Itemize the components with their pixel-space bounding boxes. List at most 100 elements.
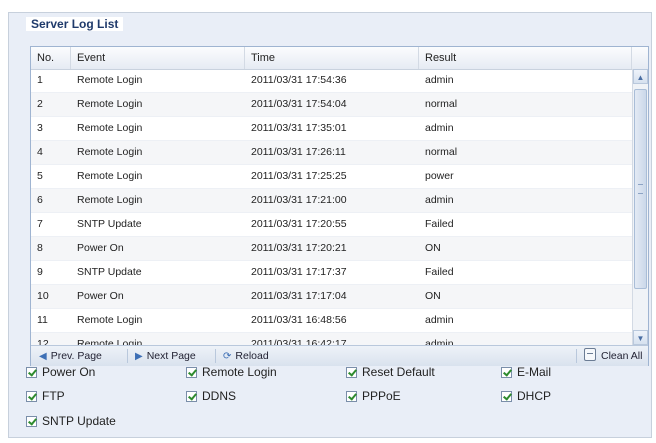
grid-toolbar: ◀ Prev. Page ▶ Next Page ⟳ Reload Clean All — [31, 345, 648, 366]
cell-time: 2011/03/31 17:25:25 — [251, 170, 347, 182]
checkbox-checked-icon[interactable] — [26, 367, 37, 378]
filter-label: DDNS — [202, 389, 237, 403]
column-header-time[interactable]: Time — [245, 47, 419, 69]
scrollbar-thumb[interactable] — [634, 89, 647, 289]
cell-no: 3 — [37, 122, 43, 134]
column-header-result[interactable]: Result — [419, 47, 632, 69]
cell-result: Failed — [425, 266, 454, 278]
checkbox-checked-icon[interactable] — [186, 367, 197, 378]
log-grid: No. Event Time Result 1 Remote Login 201… — [30, 46, 649, 366]
cell-event: Remote Login — [77, 146, 143, 158]
cell-time: 2011/03/31 17:54:36 — [251, 74, 347, 86]
toolbar-divider — [576, 349, 577, 363]
clean-all-button[interactable]: Clean All — [584, 348, 642, 364]
filter-remote-login[interactable]: Remote Login — [186, 363, 277, 381]
table-row[interactable]: 1 Remote Login 2011/03/31 17:54:36 admin — [31, 69, 632, 93]
filter-label: SNTP Update — [42, 414, 116, 428]
column-header-event[interactable]: Event — [71, 47, 245, 69]
cell-no: 7 — [37, 218, 43, 230]
filter-label: PPPoE — [362, 389, 401, 403]
filter-label: Remote Login — [202, 365, 277, 379]
grip-icon — [638, 184, 643, 194]
cell-event: Remote Login — [77, 338, 143, 345]
filter-sntp-update[interactable]: SNTP Update — [26, 412, 116, 430]
table-row[interactable]: 9 SNTP Update 2011/03/31 17:17:37 Failed — [31, 261, 632, 285]
cell-no: 2 — [37, 98, 43, 110]
chevron-down-icon[interactable]: ▼ — [633, 330, 648, 345]
cell-no: 8 — [37, 242, 43, 254]
cell-no: 11 — [37, 314, 48, 326]
next-page-button[interactable]: ▶ Next Page — [135, 348, 196, 364]
arrow-right-icon: ▶ — [135, 351, 143, 362]
clean-all-icon — [584, 348, 596, 361]
filter-ddns[interactable]: DDNS — [186, 387, 236, 405]
cell-event: Remote Login — [77, 314, 143, 326]
filter-label: E-Mail — [517, 365, 552, 379]
table-row[interactable]: 7 SNTP Update 2011/03/31 17:20:55 Failed — [31, 213, 632, 237]
cell-result: ON — [425, 290, 441, 302]
cell-no: 5 — [37, 170, 43, 182]
clean-all-label: Clean All — [601, 350, 643, 362]
cell-result: ON — [425, 242, 441, 254]
cell-result: admin — [425, 74, 454, 86]
table-row[interactable]: 6 Remote Login 2011/03/31 17:21:00 admin — [31, 189, 632, 213]
filter-power-on[interactable]: Power On — [26, 363, 95, 381]
checkbox-checked-icon[interactable] — [186, 391, 197, 402]
filter-label: FTP — [42, 389, 65, 403]
cell-time: 2011/03/31 17:20:55 — [251, 218, 347, 230]
cell-event: Remote Login — [77, 194, 143, 206]
prev-page-button[interactable]: ◀ Prev. Page — [39, 348, 102, 364]
checkbox-checked-icon[interactable] — [501, 391, 512, 402]
header-spacer — [632, 47, 648, 69]
table-row[interactable]: 3 Remote Login 2011/03/31 17:35:01 admin — [31, 117, 632, 141]
cell-event: Power On — [77, 290, 124, 302]
column-header-no[interactable]: No. — [31, 47, 71, 69]
reload-button[interactable]: ⟳ Reload — [223, 348, 269, 364]
toolbar-divider — [215, 349, 216, 363]
table-row[interactable]: 12 Remote Login 2011/03/31 16:42:17 admi… — [31, 333, 632, 345]
cell-time: 2011/03/31 17:17:04 — [251, 290, 347, 302]
filter-reset-default[interactable]: Reset Default — [346, 363, 435, 381]
table-row[interactable]: 2 Remote Login 2011/03/31 17:54:04 norma… — [31, 93, 632, 117]
cell-event: SNTP Update — [77, 218, 142, 230]
toolbar-divider — [127, 349, 128, 363]
filter-ftp[interactable]: FTP — [26, 387, 65, 405]
prev-page-label: Prev. Page — [50, 350, 102, 362]
table-row[interactable]: 11 Remote Login 2011/03/31 16:48:56 admi… — [31, 309, 632, 333]
cell-result: normal — [425, 98, 458, 110]
checkbox-checked-icon[interactable] — [26, 391, 37, 402]
cell-time: 2011/03/31 17:21:00 — [251, 194, 347, 206]
next-page-label: Next Page — [146, 350, 196, 362]
reload-label: Reload — [235, 350, 269, 362]
cell-time: 2011/03/31 17:17:37 — [251, 266, 347, 278]
checkbox-checked-icon[interactable] — [346, 391, 357, 402]
grid-header: No. Event Time Result — [31, 47, 648, 70]
chevron-up-icon[interactable]: ▲ — [633, 69, 648, 84]
table-row[interactable]: 4 Remote Login 2011/03/31 17:26:11 norma… — [31, 141, 632, 165]
cell-event: Remote Login — [77, 98, 143, 110]
checkbox-checked-icon[interactable] — [26, 416, 37, 427]
vertical-scrollbar[interactable]: ▲ ▼ — [632, 69, 648, 345]
cell-event: SNTP Update — [77, 266, 142, 278]
filter-pppoe[interactable]: PPPoE — [346, 387, 401, 405]
panel-title: Server Log List — [26, 17, 124, 31]
cell-time: 2011/03/31 17:54:04 — [251, 98, 347, 110]
cell-no: 4 — [37, 146, 43, 158]
table-row[interactable]: 10 Power On 2011/03/31 17:17:04 ON — [31, 285, 632, 309]
checkbox-checked-icon[interactable] — [346, 367, 357, 378]
cell-result: admin — [425, 194, 454, 206]
filter-dhcp[interactable]: DHCP — [501, 387, 551, 405]
table-row[interactable]: 8 Power On 2011/03/31 17:20:21 ON — [31, 237, 632, 261]
cell-no: 1 — [37, 74, 43, 86]
cell-time: 2011/03/31 17:26:11 — [251, 146, 346, 158]
filter-label: Power On — [42, 365, 96, 379]
cell-time: 2011/03/31 16:48:56 — [251, 314, 347, 326]
table-row[interactable]: 5 Remote Login 2011/03/31 17:25:25 power — [31, 165, 632, 189]
cell-event: Remote Login — [77, 74, 143, 86]
cell-result: normal — [425, 146, 458, 158]
checkbox-checked-icon[interactable] — [501, 367, 512, 378]
cell-no: 12 — [37, 338, 49, 345]
filter-email[interactable]: E-Mail — [501, 363, 551, 381]
filter-label: DHCP — [517, 389, 552, 403]
cell-time: 2011/03/31 17:35:01 — [251, 122, 347, 134]
